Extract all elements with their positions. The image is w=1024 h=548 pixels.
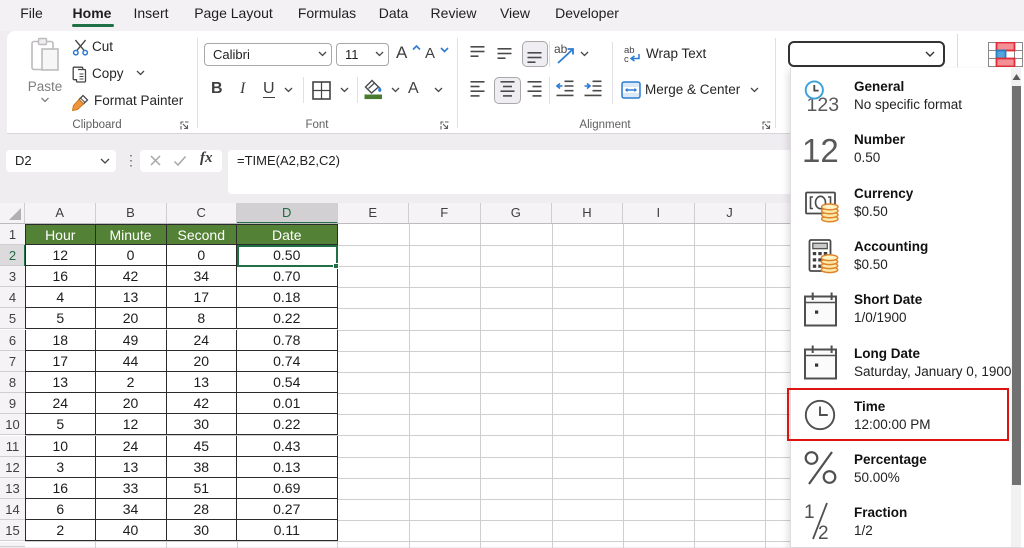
svg-text:c: c — [624, 54, 629, 63]
svg-text:ab: ab — [554, 42, 568, 56]
svg-text:2: 2 — [818, 523, 829, 541]
svg-text:1: 1 — [804, 502, 815, 523]
